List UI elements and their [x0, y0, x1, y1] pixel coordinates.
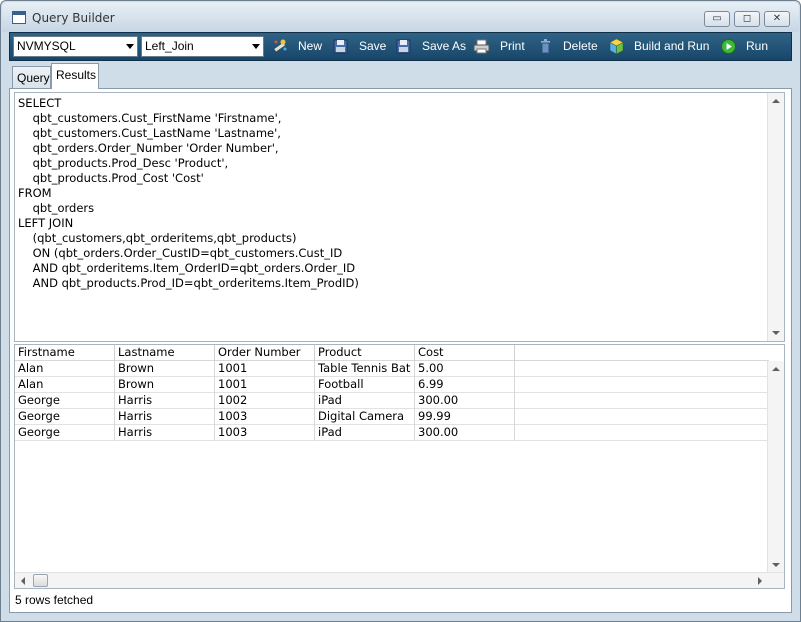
- close-button[interactable]: ✕: [764, 11, 790, 27]
- cell-firstname: Alan: [15, 361, 115, 377]
- query-select[interactable]: Left_Join: [141, 36, 264, 57]
- save-as-button[interactable]: Save As: [395, 36, 475, 57]
- connection-select-value: NVMYSQL: [17, 39, 76, 53]
- grid-horizontal-scrollbar[interactable]: [15, 572, 784, 588]
- title-bar[interactable]: Query Builder ▭ ◻ ✕: [2, 2, 799, 32]
- save-button-label: Save: [359, 39, 387, 53]
- cell-cost: 300.00: [415, 425, 515, 441]
- results-grid[interactable]: Firstname Lastname Order Number Product …: [14, 344, 785, 589]
- cell-lastname: Harris: [115, 425, 215, 441]
- build-and-run-button-label: Build and Run: [634, 39, 710, 53]
- cell-lastname: Brown: [115, 377, 215, 393]
- column-header-product[interactable]: Product: [315, 345, 415, 361]
- delete-button-label: Delete: [563, 39, 598, 53]
- cell-cost: 99.99: [415, 409, 515, 425]
- query-builder-window: Query Builder ▭ ◻ ✕ NVMYSQL Left_Join Ne…: [0, 0, 801, 622]
- results-panel: SELECT qbt_customers.Cust_FirstName 'Fir…: [9, 88, 792, 613]
- cell-cost: 5.00: [415, 361, 515, 377]
- column-header-cost[interactable]: Cost: [415, 345, 515, 361]
- cell-order-number: 1001: [215, 377, 315, 393]
- cell-cost: 300.00: [415, 393, 515, 409]
- table-row[interactable]: Alan Brown 1001 Football 6.99: [15, 377, 769, 393]
- table-row[interactable]: George Harris 1002 iPad 300.00: [15, 393, 769, 409]
- cell-cost: 6.99: [415, 377, 515, 393]
- cell-product: iPad: [315, 425, 415, 441]
- cell-product: Football: [315, 377, 415, 393]
- chevron-down-icon: [252, 44, 260, 49]
- sql-query-text-area[interactable]: SELECT qbt_customers.Cust_FirstName 'Fir…: [14, 92, 785, 342]
- floppy-disk-icon: [396, 39, 411, 54]
- column-header-order-number[interactable]: Order Number: [215, 345, 315, 361]
- magic-wand-icon: [274, 39, 287, 52]
- new-button[interactable]: New: [271, 36, 327, 57]
- scroll-down-arrow-icon[interactable]: [772, 563, 780, 567]
- cell-firstname: George: [15, 425, 115, 441]
- scrollbar-thumb[interactable]: [33, 574, 48, 587]
- run-button-label: Run: [746, 39, 769, 53]
- scroll-right-arrow-icon[interactable]: [758, 577, 762, 585]
- cell-lastname: Brown: [115, 361, 215, 377]
- table-row[interactable]: Alan Brown 1001 Table Tennis Bat 5.00: [15, 361, 769, 377]
- run-button[interactable]: Run: [720, 36, 780, 57]
- play-icon: [721, 39, 736, 54]
- tab-strip: Query Results: [9, 61, 792, 89]
- sql-vertical-scrollbar[interactable]: [767, 93, 784, 341]
- cell-product: iPad: [315, 393, 415, 409]
- cell-lastname: Harris: [115, 409, 215, 425]
- scroll-up-arrow-icon[interactable]: [772, 367, 780, 371]
- cell-firstname: Alan: [15, 377, 115, 393]
- app-window-icon: [12, 11, 26, 24]
- query-select-value: Left_Join: [145, 39, 194, 53]
- results-grid-header: Firstname Lastname Order Number Product …: [15, 345, 769, 361]
- sql-query-text: SELECT qbt_customers.Cust_FirstName 'Fir…: [18, 96, 359, 290]
- cube-icon: [609, 38, 624, 55]
- window-title: Query Builder: [32, 11, 115, 25]
- scroll-left-arrow-icon[interactable]: [21, 577, 25, 585]
- grid-vertical-scrollbar[interactable]: [767, 361, 784, 573]
- scroll-down-arrow-icon[interactable]: [772, 331, 780, 335]
- status-bar: 5 rows fetched: [15, 593, 94, 607]
- cell-order-number: 1003: [215, 425, 315, 441]
- cell-order-number: 1002: [215, 393, 315, 409]
- floppy-disk-icon: [333, 39, 348, 54]
- delete-button[interactable]: Delete: [537, 36, 599, 57]
- connection-select[interactable]: NVMYSQL: [13, 36, 138, 57]
- cell-lastname: Harris: [115, 393, 215, 409]
- column-header-firstname[interactable]: Firstname: [15, 345, 115, 361]
- build-and-run-button[interactable]: Build and Run: [608, 36, 711, 57]
- cell-product: Table Tennis Bat: [315, 361, 415, 377]
- tab-query[interactable]: Query: [12, 66, 51, 89]
- printer-icon: [473, 39, 490, 54]
- cell-product: Digital Camera: [315, 409, 415, 425]
- minimize-button[interactable]: ▭: [704, 11, 730, 27]
- maximize-button[interactable]: ◻: [734, 11, 760, 27]
- save-button[interactable]: Save: [332, 36, 387, 57]
- table-row[interactable]: George Harris 1003 Digital Camera 99.99: [15, 409, 769, 425]
- table-row[interactable]: George Harris 1003 iPad 300.00: [15, 425, 769, 441]
- save-as-button-label: Save As: [422, 39, 467, 53]
- tab-results[interactable]: Results: [51, 63, 99, 89]
- cell-firstname: George: [15, 393, 115, 409]
- print-button[interactable]: Print: [473, 36, 529, 57]
- column-header-lastname[interactable]: Lastname: [115, 345, 215, 361]
- new-button-label: New: [298, 39, 323, 53]
- print-button-label: Print: [500, 39, 525, 53]
- trash-can-icon: [541, 39, 550, 54]
- chevron-down-icon: [126, 44, 134, 49]
- cell-order-number: 1003: [215, 409, 315, 425]
- cell-firstname: George: [15, 409, 115, 425]
- cell-order-number: 1001: [215, 361, 315, 377]
- toolbar: NVMYSQL Left_Join New Save Save As Print…: [9, 32, 792, 61]
- scroll-up-arrow-icon[interactable]: [772, 99, 780, 103]
